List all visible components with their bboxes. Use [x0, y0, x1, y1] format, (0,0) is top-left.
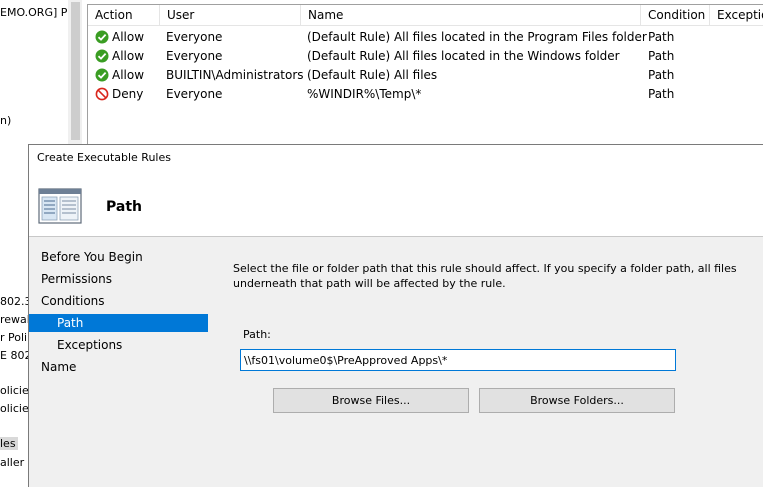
instructions-text: Select the file or folder path that this…: [233, 262, 737, 290]
table-row[interactable]: Allow Everyone (Default Rule) All files …: [88, 28, 763, 47]
nav-step-conditions[interactable]: Conditions: [41, 292, 105, 310]
rule-condition: Path: [648, 87, 675, 101]
rules-window-icon: [38, 188, 82, 224]
browse-files-button[interactable]: Browse Files...: [273, 388, 469, 413]
nav-step-name[interactable]: Name: [41, 358, 76, 376]
create-executable-rules-dialog: Create Executable Rules Path Before You …: [28, 144, 763, 487]
browse-folders-button[interactable]: Browse Folders...: [479, 388, 675, 413]
rule-action: Allow: [112, 49, 145, 63]
page-title: Path: [106, 199, 142, 215]
rule-name: (Default Rule) All files: [307, 68, 438, 82]
allow-check-icon: [95, 49, 109, 63]
rule-name: %WINDIR%\Temp\*: [307, 87, 422, 101]
rule-action: Deny: [112, 87, 144, 101]
nav-step-exceptions[interactable]: Exceptions: [57, 336, 122, 354]
rule-name: (Default Rule) All files located in the …: [307, 30, 647, 44]
rule-user: BUILTIN\Administrators: [166, 68, 304, 82]
path-label: Path:: [243, 328, 271, 341]
tree-item-selected[interactable]: les: [0, 437, 18, 450]
column-header-condition[interactable]: Condition: [641, 5, 710, 26]
nav-step-path[interactable]: Path: [29, 314, 208, 332]
tree-item[interactable]: olicie: [0, 402, 29, 415]
tree-item[interactable]: r Poli: [0, 331, 27, 344]
wizard-content: Select the file or folder path that this…: [209, 237, 763, 487]
table-row[interactable]: Allow BUILTIN\Administrators (Default Ru…: [88, 66, 763, 85]
column-header-exceptions[interactable]: Exceptio: [710, 5, 763, 26]
rules-list-header: Action User Name Condition Exceptio: [88, 5, 763, 26]
rule-user: Everyone: [166, 87, 223, 101]
tree-item[interactable]: E 802: [0, 349, 31, 362]
rule-action: Allow: [112, 68, 145, 82]
allow-check-icon: [95, 30, 109, 44]
path-input[interactable]: [240, 349, 676, 371]
table-row[interactable]: Allow Everyone (Default Rule) All files …: [88, 47, 763, 66]
column-header-user[interactable]: User: [160, 5, 301, 26]
rule-name: (Default Rule) All files located in the …: [307, 49, 620, 63]
deny-circle-icon: [95, 87, 109, 101]
tree-item[interactable]: olicie: [0, 384, 29, 397]
scrollbar-thumb[interactable]: [71, 2, 80, 140]
column-header-name[interactable]: Name: [301, 5, 641, 26]
nav-step-permissions[interactable]: Permissions: [41, 270, 112, 288]
rule-user: Everyone: [166, 49, 223, 63]
rule-condition: Path: [648, 30, 675, 44]
rule-user: Everyone: [166, 30, 223, 44]
rule-condition: Path: [648, 49, 675, 63]
table-row[interactable]: Deny Everyone %WINDIR%\Temp\* Path: [88, 85, 763, 104]
rule-action: Allow: [112, 30, 145, 44]
nav-step-before-you-begin[interactable]: Before You Begin: [41, 248, 143, 266]
allow-check-icon: [95, 68, 109, 82]
tree-item[interactable]: rewal: [0, 313, 30, 326]
tree-item[interactable]: n): [0, 114, 11, 127]
tree-scrollbar[interactable]: [68, 0, 82, 145]
rule-condition: Path: [648, 68, 675, 82]
wizard-steps-nav: Before You Begin Permissions Conditions …: [29, 237, 209, 487]
dialog-title: Create Executable Rules: [37, 151, 171, 164]
tree-item[interactable]: EMO.ORG] P: [0, 6, 67, 19]
column-header-action[interactable]: Action: [88, 5, 160, 26]
